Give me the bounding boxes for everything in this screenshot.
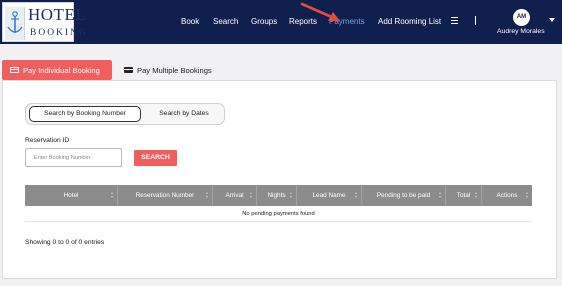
search-by-booking-number-button[interactable]: Search by Booking Number (29, 106, 141, 122)
nav-groups[interactable]: Groups (251, 17, 277, 26)
tab-pay-multiple-bookings[interactable]: Pay Multiple Bookings (120, 60, 235, 80)
credit-card-icon (10, 67, 19, 73)
payments-table-header: Hotel Reservation Number Arrival Nights … (25, 185, 532, 206)
table-entries-info: Showing 0 to 0 of 0 entries (25, 239, 105, 246)
column-header-nights[interactable]: Nights (257, 185, 297, 206)
search-button[interactable]: SEARCH (134, 150, 177, 166)
hotel-booking-logo[interactable]: HOTEL BOOKING (2, 2, 86, 42)
nav-search[interactable]: Search (213, 17, 238, 26)
table-empty-message: No pending payments found (25, 206, 532, 222)
sort-icon[interactable] (290, 192, 293, 199)
sort-icon[interactable] (439, 192, 442, 199)
annotation-arrow-icon (300, 2, 340, 21)
column-header-arrival[interactable]: Arrival (213, 185, 257, 206)
search-by-dates-button[interactable]: Search by Dates (146, 106, 222, 122)
nav-book[interactable]: Book (181, 17, 199, 26)
nav-divider (475, 16, 476, 25)
column-header-lead-name[interactable]: Lead Name (297, 185, 362, 206)
anchor-icon (5, 7, 25, 40)
sort-icon[interactable] (526, 192, 529, 199)
column-header-reservation-number[interactable]: Reservation Number (118, 185, 213, 206)
reservation-id-label: Reservation ID (25, 137, 70, 144)
avatar[interactable]: AM (513, 9, 530, 26)
sort-icon[interactable] (206, 192, 209, 199)
sort-icon[interactable] (475, 192, 478, 199)
tab-label: Pay Multiple Bookings (137, 66, 212, 75)
nav-add-rooming-list[interactable]: Add Rooming List (378, 17, 441, 26)
sort-icon[interactable] (111, 192, 114, 199)
tab-pay-individual-booking[interactable]: Pay Individual Booking (2, 60, 112, 80)
sort-icon[interactable] (355, 192, 358, 199)
column-header-pending-to-be-paid[interactable]: Pending to be paid (362, 185, 446, 206)
booking-number-input[interactable] (25, 148, 122, 167)
column-header-hotel[interactable]: Hotel (25, 185, 118, 206)
column-header-actions[interactable]: Actions (482, 185, 532, 206)
column-header-total[interactable]: Total (446, 185, 482, 206)
credit-card-icon (124, 67, 133, 73)
hamburger-icon[interactable] (451, 17, 458, 24)
sort-icon[interactable] (250, 192, 253, 199)
tab-label: Pay Individual Booking (23, 66, 100, 75)
logo-text-hotel: HOTEL (28, 5, 87, 24)
logo-text-booking: BOOKING (30, 28, 88, 38)
top-navbar: HOTEL BOOKING Book Search Groups Reports… (0, 0, 562, 44)
user-name[interactable]: Audrey Morales (497, 28, 545, 35)
chevron-down-icon[interactable] (549, 18, 555, 22)
